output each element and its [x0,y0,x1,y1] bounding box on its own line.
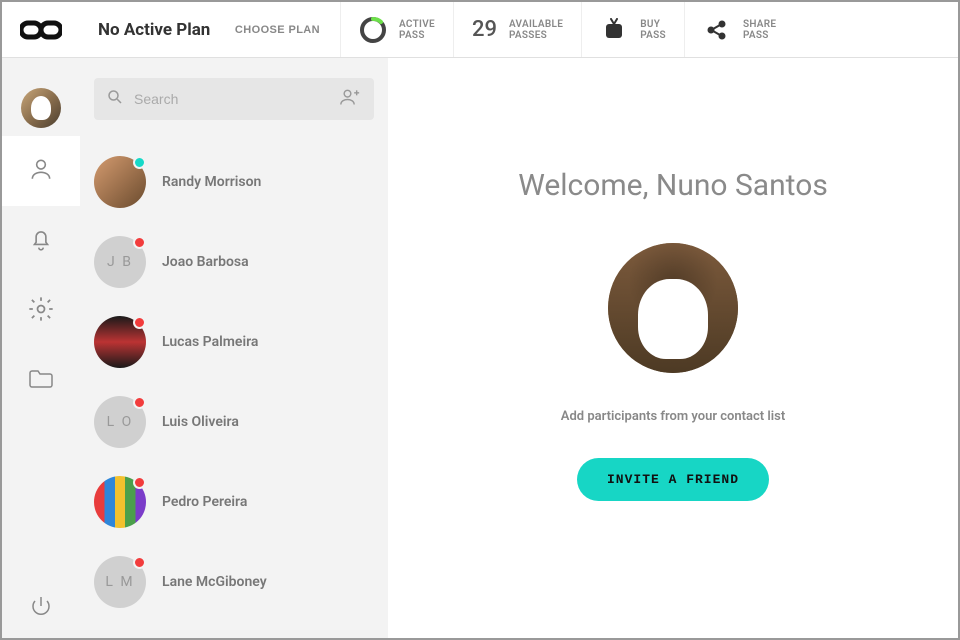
app-logo[interactable] [2,19,80,41]
status-dot [133,156,146,169]
contact-row[interactable]: Randy Morrison [94,142,374,222]
tv-icon [600,16,628,44]
status-dot [133,396,146,409]
nav-folder[interactable] [2,346,80,416]
active-pass-button[interactable]: ACTIVE PASS [340,2,453,57]
buy-pass-line2: PASS [640,30,666,41]
contact-row[interactable]: L M Lane McGiboney [94,542,374,622]
contact-name: Luis Oliveira [162,414,239,430]
welcome-user-avatar [608,243,738,373]
folder-icon [27,367,55,395]
available-passes-button[interactable]: 29 AVAILABLE PASSES [453,2,581,57]
active-pass-ring-icon [359,16,387,44]
available-passes-line2: PASSES [509,30,563,41]
add-person-button[interactable] [338,87,362,111]
plan-status: No Active Plan CHOOSE PLAN [80,18,340,42]
contact-row[interactable]: J B Joao Barbosa [94,222,374,302]
welcome-heading: Welcome, Nuno Santos [518,168,828,203]
contact-row[interactable]: L O Luis Oliveira [94,382,374,462]
contact-avatar: L M [94,556,146,608]
plan-title: No Active Plan [98,20,210,40]
available-passes-count: 29 [472,17,497,42]
search-input[interactable] [134,91,330,107]
contact-avatar [94,316,146,368]
gear-icon [27,295,55,327]
nav-contacts[interactable] [2,136,80,206]
buy-pass-button[interactable]: BUY PASS [581,2,684,57]
search-icon [106,88,124,110]
contacts-panel: Randy Morrison J B Joao Barbosa Lucas Palme… [80,58,388,638]
available-passes-line1: AVAILABLE [509,19,563,30]
choose-plan-button[interactable]: CHOOSE PLAN [227,18,328,42]
nav-power[interactable] [2,578,80,638]
buy-pass-line1: BUY [640,19,666,30]
invite-friend-button[interactable]: INVITE A FRIEND [577,458,769,501]
contact-name: Randy Morrison [162,174,261,190]
nav-settings[interactable] [2,276,80,346]
contact-name: Lane McGiboney [162,574,267,590]
share-pass-button[interactable]: SHARE PASS [684,2,794,57]
user-avatar-icon [21,88,61,128]
share-pass-line1: SHARE [743,19,776,30]
contact-name: Joao Barbosa [162,254,249,270]
active-pass-line1: ACTIVE [399,19,435,30]
link-chain-icon [20,19,62,41]
status-dot [133,316,146,329]
contact-name: Pedro Pereira [162,494,247,510]
status-dot [133,556,146,569]
status-dot [133,236,146,249]
contact-avatar: J B [94,236,146,288]
welcome-panel: Welcome, Nuno Santos Add participants fr… [388,58,958,638]
contact-row[interactable]: Lucas Palmeira [94,302,374,382]
active-pass-line2: PASS [399,30,435,41]
search-bar [94,78,374,120]
status-dot [133,476,146,489]
contact-row[interactable]: Pedro Pereira [94,462,374,542]
welcome-subtext: Add participants from your contact list [561,409,785,424]
bell-icon [28,226,54,256]
share-icon [703,16,731,44]
main-area: Randy Morrison J B Joao Barbosa Lucas Palme… [2,58,958,638]
contact-avatar [94,156,146,208]
contacts-list: Randy Morrison J B Joao Barbosa Lucas Palme… [94,142,374,622]
power-icon [29,594,53,622]
contact-avatar [94,476,146,528]
person-icon [28,156,54,186]
contact-avatar: L O [94,396,146,448]
nav-rail [2,58,80,638]
contact-name: Lucas Palmeira [162,334,258,350]
top-bar: No Active Plan CHOOSE PLAN ACTIVE PASS 2… [2,2,958,58]
nav-notifications[interactable] [2,206,80,276]
share-pass-line2: PASS [743,30,776,41]
nav-profile[interactable] [2,80,80,136]
